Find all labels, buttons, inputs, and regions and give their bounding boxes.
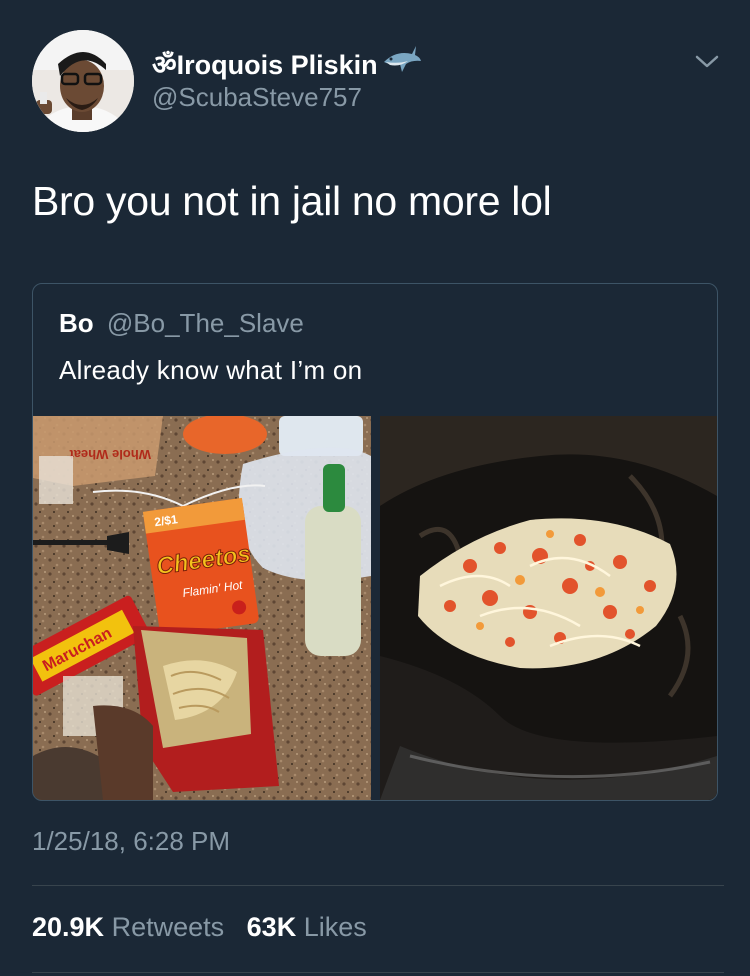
user-handle[interactable]: @ScubaSteve757 — [152, 82, 362, 113]
tweet-stats: 20.9K Retweets 63K Likes — [32, 912, 367, 943]
snacks-on-counter-photo[interactable]: Whole Wheat 2/$1 Cheetos Flamin' Hot Mar… — [33, 416, 371, 800]
likes-label: Likes — [303, 912, 367, 942]
chevron-down-icon[interactable] — [694, 52, 720, 70]
retweets-stat[interactable]: 20.9K Retweets — [32, 912, 224, 942]
svg-text:Whole Wheat: Whole Wheat — [69, 447, 151, 462]
display-name-text: ॐIroquois Pliskin — [152, 50, 378, 80]
divider — [32, 885, 724, 886]
quoted-tweet-text: Already know what I’m on — [59, 355, 363, 385]
tweet-timestamp[interactable]: 1/25/18, 6:28 PM — [32, 826, 230, 857]
tweet-text: Bro you not in jail no more lol — [32, 178, 552, 224]
retweets-label: Retweets — [111, 912, 225, 942]
quoted-tweet-author: Bo @Bo_The_Slave — [59, 308, 304, 339]
quoted-author-handle: @Bo_The_Slave — [106, 308, 304, 338]
quoted-author-name: Bo — [59, 308, 94, 338]
noodles-in-bag-photo[interactable] — [380, 416, 717, 800]
likes-stat[interactable]: 63K Likes — [247, 912, 367, 942]
shark-icon — [382, 42, 422, 85]
retweets-count: 20.9K — [32, 912, 105, 942]
tweet-detail: ॐIroquois Pliskin @ScubaSteve757 Bro you… — [0, 0, 750, 976]
avatar[interactable] — [32, 30, 134, 132]
display-name[interactable]: ॐIroquois Pliskin — [152, 42, 422, 85]
divider — [32, 972, 724, 973]
quoted-tweet-card[interactable]: Bo @Bo_The_Slave Already know what I’m o… — [32, 283, 718, 801]
likes-count: 63K — [246, 912, 297, 942]
